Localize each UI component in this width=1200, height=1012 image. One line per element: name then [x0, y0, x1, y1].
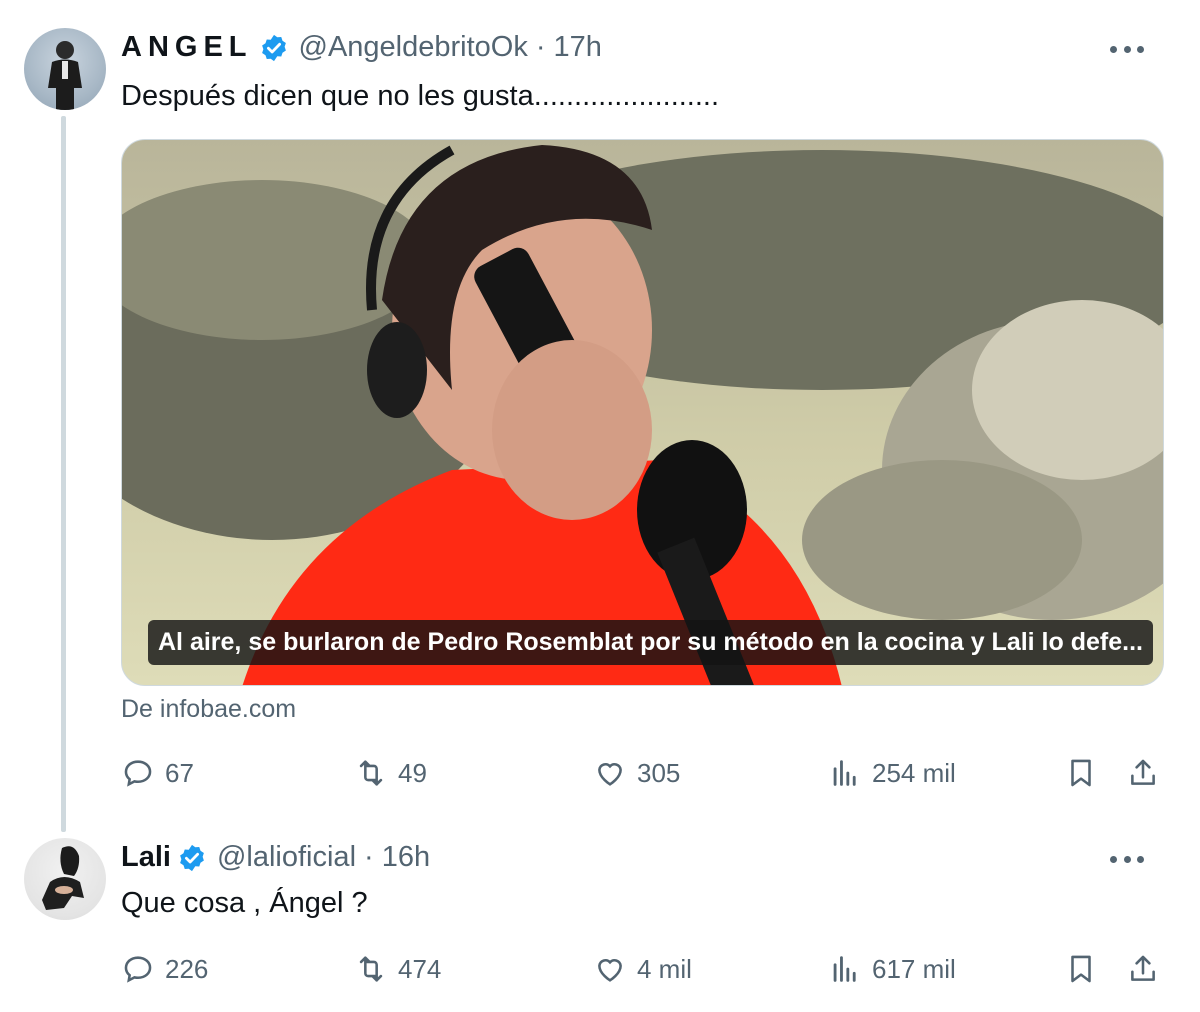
share-button[interactable]	[1126, 949, 1160, 989]
link-card-media[interactable]: Al aire, se burlaron de Pedro Rosemblat …	[121, 139, 1164, 686]
reply-icon	[124, 956, 152, 983]
verified-badge-icon	[180, 844, 204, 871]
like-count: 305	[637, 757, 681, 788]
separator-dot: ·	[535, 31, 546, 63]
views-icon	[833, 956, 856, 982]
avatar[interactable]	[24, 28, 106, 110]
retweet-icon	[359, 760, 383, 786]
media-image	[122, 145, 1163, 685]
avatar-figure	[42, 846, 84, 910]
bookmark-button[interactable]	[1064, 949, 1098, 989]
retweet-button[interactable]: 49	[354, 753, 427, 793]
retweet-count: 49	[398, 757, 427, 788]
tweet-actions: 226 474 4 mil 617 mil	[121, 949, 1166, 989]
tweet-text: Que cosa , Ángel ?	[121, 887, 368, 919]
heart-icon	[598, 959, 622, 982]
retweet-count: 474	[398, 953, 442, 984]
separator-dot: ·	[364, 841, 374, 873]
display-name[interactable]: ANGEL	[121, 31, 253, 64]
tweet-lali: Lali @lalioficial · 16h Que cosa , Ángel…	[0, 830, 1200, 1012]
retweet-button[interactable]: 474	[354, 949, 441, 989]
reply-count: 226	[165, 953, 209, 984]
link-source[interactable]: De infobae.com	[121, 695, 296, 724]
tweet-actions: 67 49 305 254 mil	[121, 753, 1166, 793]
heart-icon	[598, 763, 622, 786]
views-button[interactable]: 254 mil	[828, 753, 956, 793]
handle[interactable]: @AngeldebritoOk	[299, 31, 528, 64]
bookmark-icon	[1071, 955, 1091, 983]
more-icon[interactable]	[1110, 44, 1144, 54]
bookmark-icon	[1071, 759, 1091, 787]
like-count: 4 mil	[637, 953, 692, 984]
share-icon	[1131, 955, 1155, 981]
timestamp[interactable]: 17h	[554, 31, 602, 64]
bookmark-button[interactable]	[1064, 753, 1098, 793]
tweet-header: ANGEL @AngeldebritoOk · 17h	[121, 31, 602, 64]
display-name[interactable]: Lali	[121, 841, 171, 874]
views-count: 617 mil	[872, 953, 956, 984]
tweet-angel: ANGEL @AngeldebritoOk · 17h Después dice…	[0, 0, 1200, 830]
tweet-text: Después dicen que no les gusta..........…	[121, 80, 720, 112]
reply-icon	[124, 760, 152, 787]
share-button[interactable]	[1126, 753, 1160, 793]
like-button[interactable]: 305	[593, 753, 680, 793]
timestamp[interactable]: 16h	[382, 841, 430, 874]
more-icon[interactable]	[1110, 854, 1144, 864]
reply-button[interactable]: 226	[121, 949, 208, 989]
reply-button[interactable]: 67	[121, 753, 194, 793]
reply-count: 67	[165, 757, 194, 788]
share-icon	[1131, 759, 1155, 785]
retweet-icon	[359, 956, 383, 982]
views-count: 254 mil	[872, 757, 956, 788]
handle[interactable]: @lalioficial	[217, 841, 356, 874]
avatar[interactable]	[24, 838, 106, 920]
verified-badge-icon	[261, 34, 286, 61]
views-button[interactable]: 617 mil	[828, 949, 956, 989]
views-icon	[833, 760, 856, 786]
tweet-header: Lali @lalioficial · 16h	[121, 841, 430, 874]
avatar-figure	[48, 41, 82, 110]
like-button[interactable]: 4 mil	[593, 949, 692, 989]
media-caption: Al aire, se burlaron de Pedro Rosemblat …	[148, 620, 1153, 665]
